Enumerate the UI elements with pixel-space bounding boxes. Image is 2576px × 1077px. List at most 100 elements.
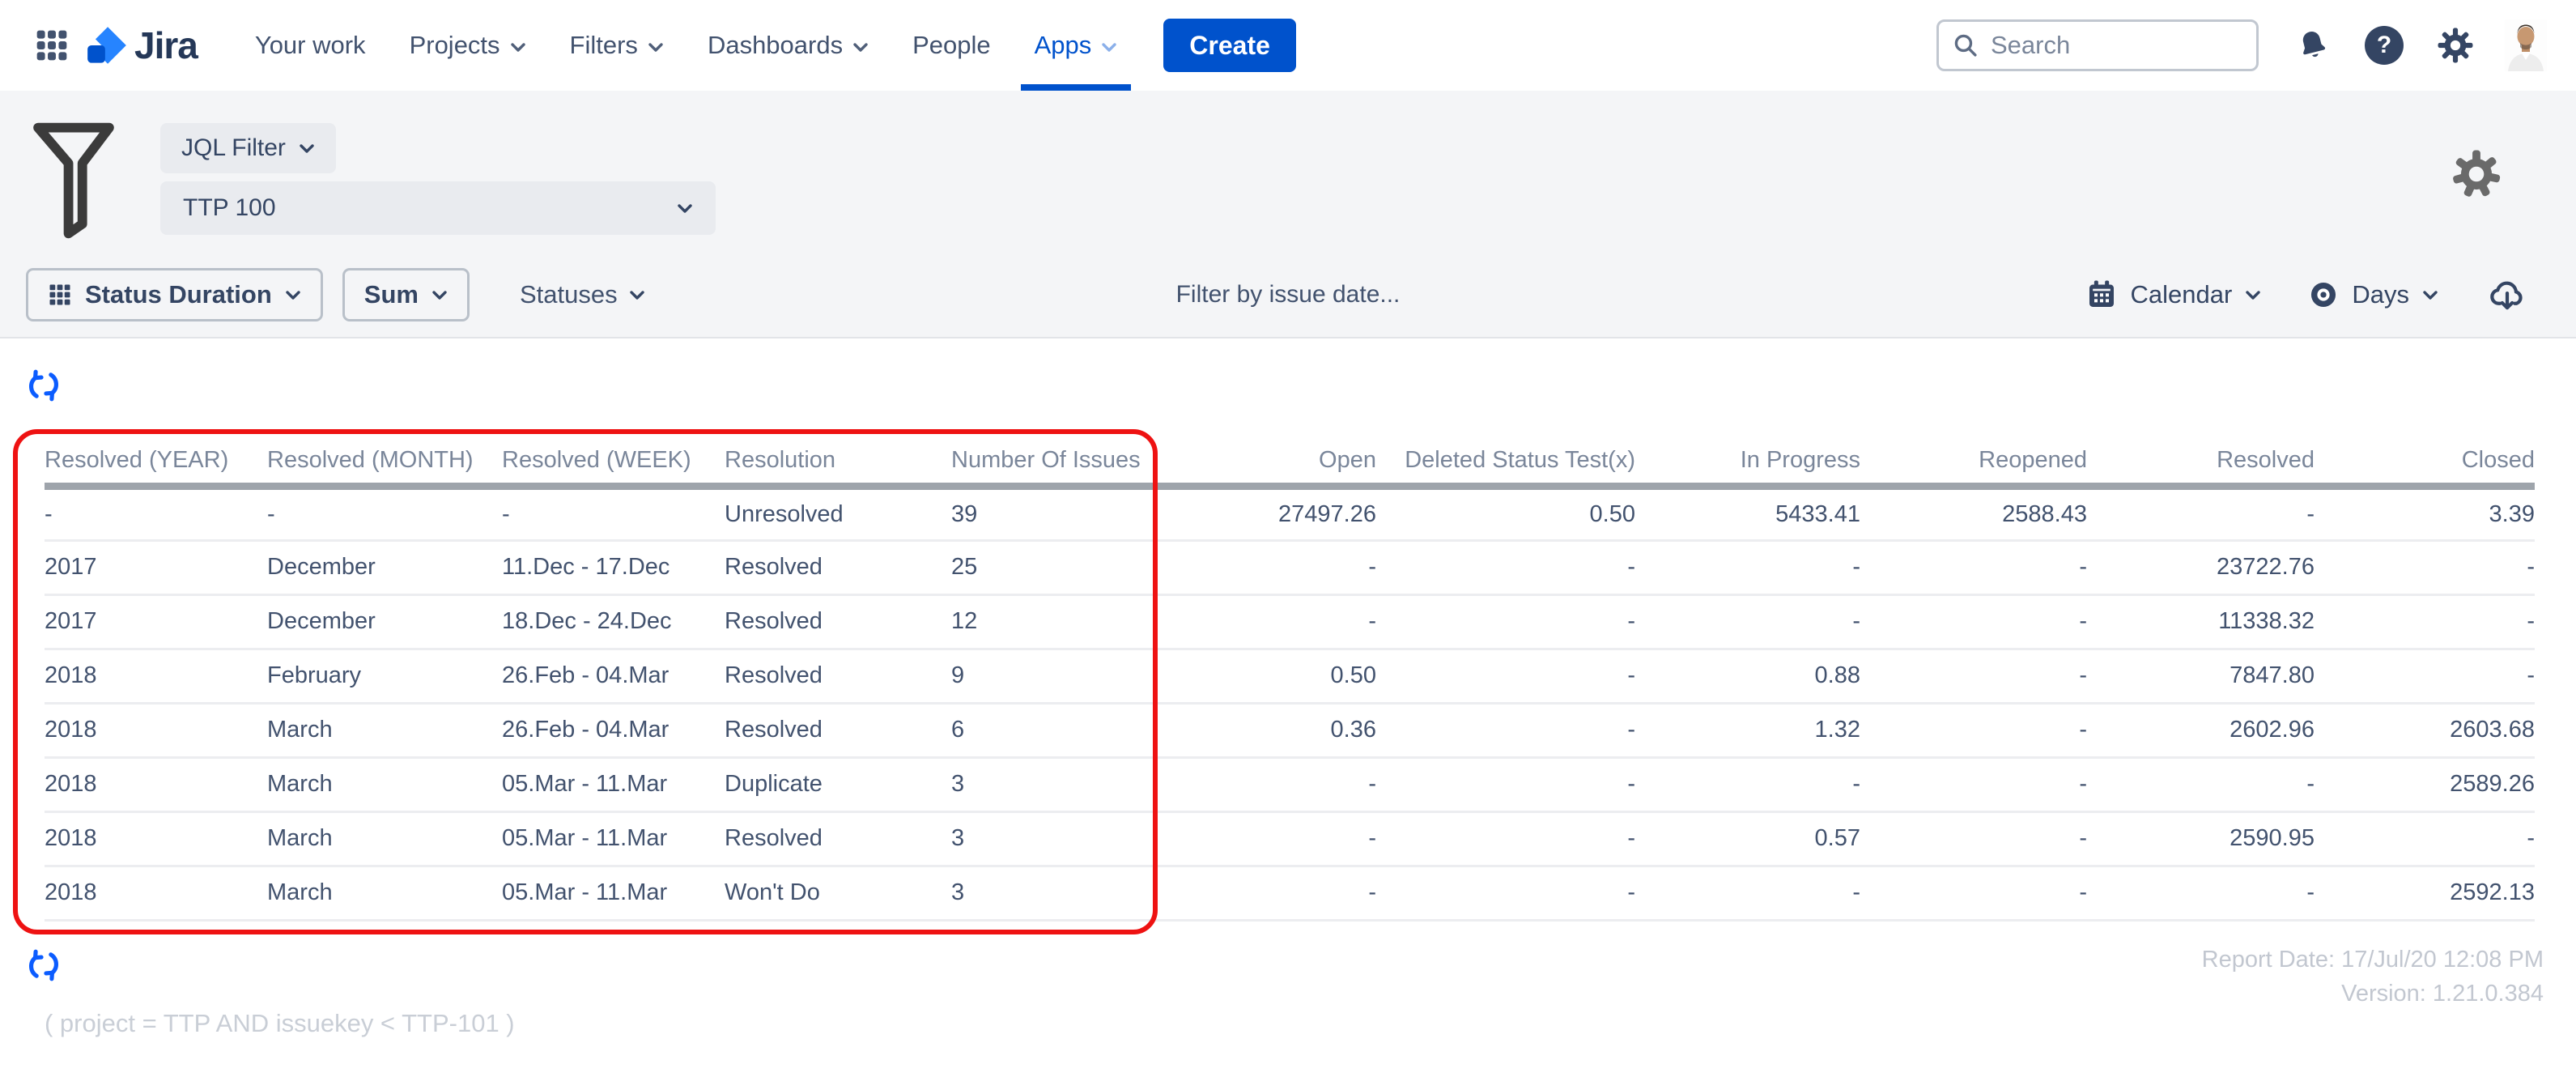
column-header: Open [1182, 439, 1376, 486]
table-cell: 05.Mar - 11.Mar [502, 757, 725, 811]
app-grid-icon [34, 28, 70, 63]
column-header: Resolution [725, 439, 951, 486]
table-cell: - [1182, 811, 1376, 866]
column-header: Resolved [2087, 439, 2315, 486]
table-cell: 7847.80 [2087, 649, 2315, 703]
user-avatar[interactable] [2505, 19, 2547, 71]
navbar-icons: ? [2291, 19, 2547, 71]
table-cell: March [267, 866, 502, 920]
jira-logo[interactable]: Jira [86, 23, 198, 67]
table-row: 2017December11.Dec - 17.DecResolved25---… [45, 540, 2535, 594]
table-cell: - [45, 486, 267, 540]
table-row: 2017December18.Dec - 24.DecResolved12---… [45, 594, 2535, 649]
chevron-down-icon [648, 42, 664, 53]
nav-item-your-work[interactable]: Your work [233, 0, 388, 91]
table-cell: 3 [951, 811, 1182, 866]
table-cell: 2592.13 [2315, 866, 2535, 920]
nav-item-label: Your work [255, 31, 366, 60]
aggregation-label: Sum [364, 280, 419, 309]
unit-label: Days [2352, 280, 2409, 309]
create-button[interactable]: Create [1163, 19, 1296, 72]
table-cell: 2590.95 [2087, 811, 2315, 866]
table-row: 2018February26.Feb - 04.MarResolved90.50… [45, 649, 2535, 703]
table-cell: - [1376, 866, 1635, 920]
status-duration-table: Resolved (YEAR)Resolved (MONTH)Resolved … [45, 439, 2535, 922]
nav-item-filters[interactable]: Filters [548, 0, 686, 91]
time-display-dropdown[interactable]: Calendar [2085, 279, 2262, 311]
table-cell: - [2315, 594, 2535, 649]
jql-filter-dropdown[interactable]: JQL Filter [160, 123, 336, 173]
table-cell: 2018 [45, 649, 267, 703]
table-cell: 0.50 [1376, 486, 1635, 540]
table-cell: Resolved [725, 594, 951, 649]
calendar-icon [2085, 279, 2118, 311]
top-navbar: Jira Your work Projects Filters DashboardsP… [0, 0, 2576, 91]
refresh-icon [26, 947, 62, 983]
table-cell: - [1376, 540, 1635, 594]
table-cell: March [267, 757, 502, 811]
nav-item-people[interactable]: People [891, 0, 1013, 91]
column-header: Number Of Issues [951, 439, 1182, 486]
filter-select[interactable]: TTP 100 [160, 181, 716, 235]
table-cell: 2018 [45, 703, 267, 757]
app-switcher-button[interactable] [29, 23, 74, 68]
table-cell: - [1635, 757, 1860, 811]
jira-logo-icon [86, 24, 128, 66]
column-header: Reopened [1860, 439, 2087, 486]
table-cell: - [2087, 486, 2315, 540]
toolbar-right: Calendar Days [2085, 273, 2550, 317]
table-row: 2018March05.Mar - 11.MarResolved3--0.57-… [45, 811, 2535, 866]
refresh-button-top[interactable] [26, 368, 62, 407]
notifications-button[interactable] [2291, 23, 2335, 67]
chevron-down-icon [431, 290, 448, 300]
table-cell: - [1635, 594, 1860, 649]
export-button[interactable] [2485, 273, 2529, 317]
aggregation-dropdown[interactable]: Sum [342, 268, 470, 321]
chevron-down-icon [299, 143, 315, 154]
column-header: Deleted Status Test(x) [1376, 439, 1635, 486]
table-cell: 3 [951, 866, 1182, 920]
help-button[interactable]: ? [2362, 23, 2406, 67]
chevron-down-icon [2422, 290, 2438, 300]
unit-dropdown[interactable]: Days [2308, 279, 2438, 310]
table-cell: - [1376, 594, 1635, 649]
table-cell: March [267, 811, 502, 866]
gear-icon [2437, 27, 2474, 64]
table-cell: 12 [951, 594, 1182, 649]
bell-icon [2296, 28, 2330, 62]
table-cell: - [1860, 649, 2087, 703]
table-cell: - [1635, 540, 1860, 594]
table-cell: Resolved [725, 703, 951, 757]
report-version: Version: 1.21.0.384 [2202, 977, 2544, 1011]
table-cell: 27497.26 [1182, 486, 1376, 540]
table-cell: 2588.43 [1860, 486, 2087, 540]
table-cell: 0.50 [1182, 649, 1376, 703]
issue-date-filter[interactable]: Filter by issue date... [1176, 281, 1401, 309]
nav-item-apps[interactable]: Apps [1013, 0, 1140, 91]
report-settings-button[interactable] [2451, 149, 2502, 203]
settings-button[interactable] [2434, 23, 2477, 67]
table-cell: Won't Do [725, 866, 951, 920]
refresh-icon [26, 368, 62, 403]
table-cell: - [2315, 649, 2535, 703]
table-cell: - [502, 486, 725, 540]
refresh-button-bottom[interactable] [26, 947, 62, 987]
nav-item-dashboards[interactable]: Dashboards [686, 0, 891, 91]
chevron-down-icon [677, 203, 693, 214]
nav-item-label: Filters [570, 31, 638, 60]
table-cell: - [267, 486, 502, 540]
table-cell: Resolved [725, 540, 951, 594]
table-cell: - [2087, 757, 2315, 811]
table-cell: March [267, 703, 502, 757]
table-cell: - [1860, 540, 2087, 594]
nav-item-projects[interactable]: Projects [388, 0, 548, 91]
statuses-dropdown[interactable]: Statuses [520, 280, 645, 309]
table-cell: - [1182, 757, 1376, 811]
report-type-dropdown[interactable]: Status Duration [26, 268, 323, 321]
table-row: 2018March05.Mar - 11.MarDuplicate3-----2… [45, 757, 2535, 811]
search-box[interactable] [1936, 19, 2259, 71]
search-input[interactable] [1991, 31, 2243, 60]
table-cell: 39 [951, 486, 1182, 540]
jira-logo-text: Jira [134, 23, 198, 67]
table-cell: December [267, 540, 502, 594]
